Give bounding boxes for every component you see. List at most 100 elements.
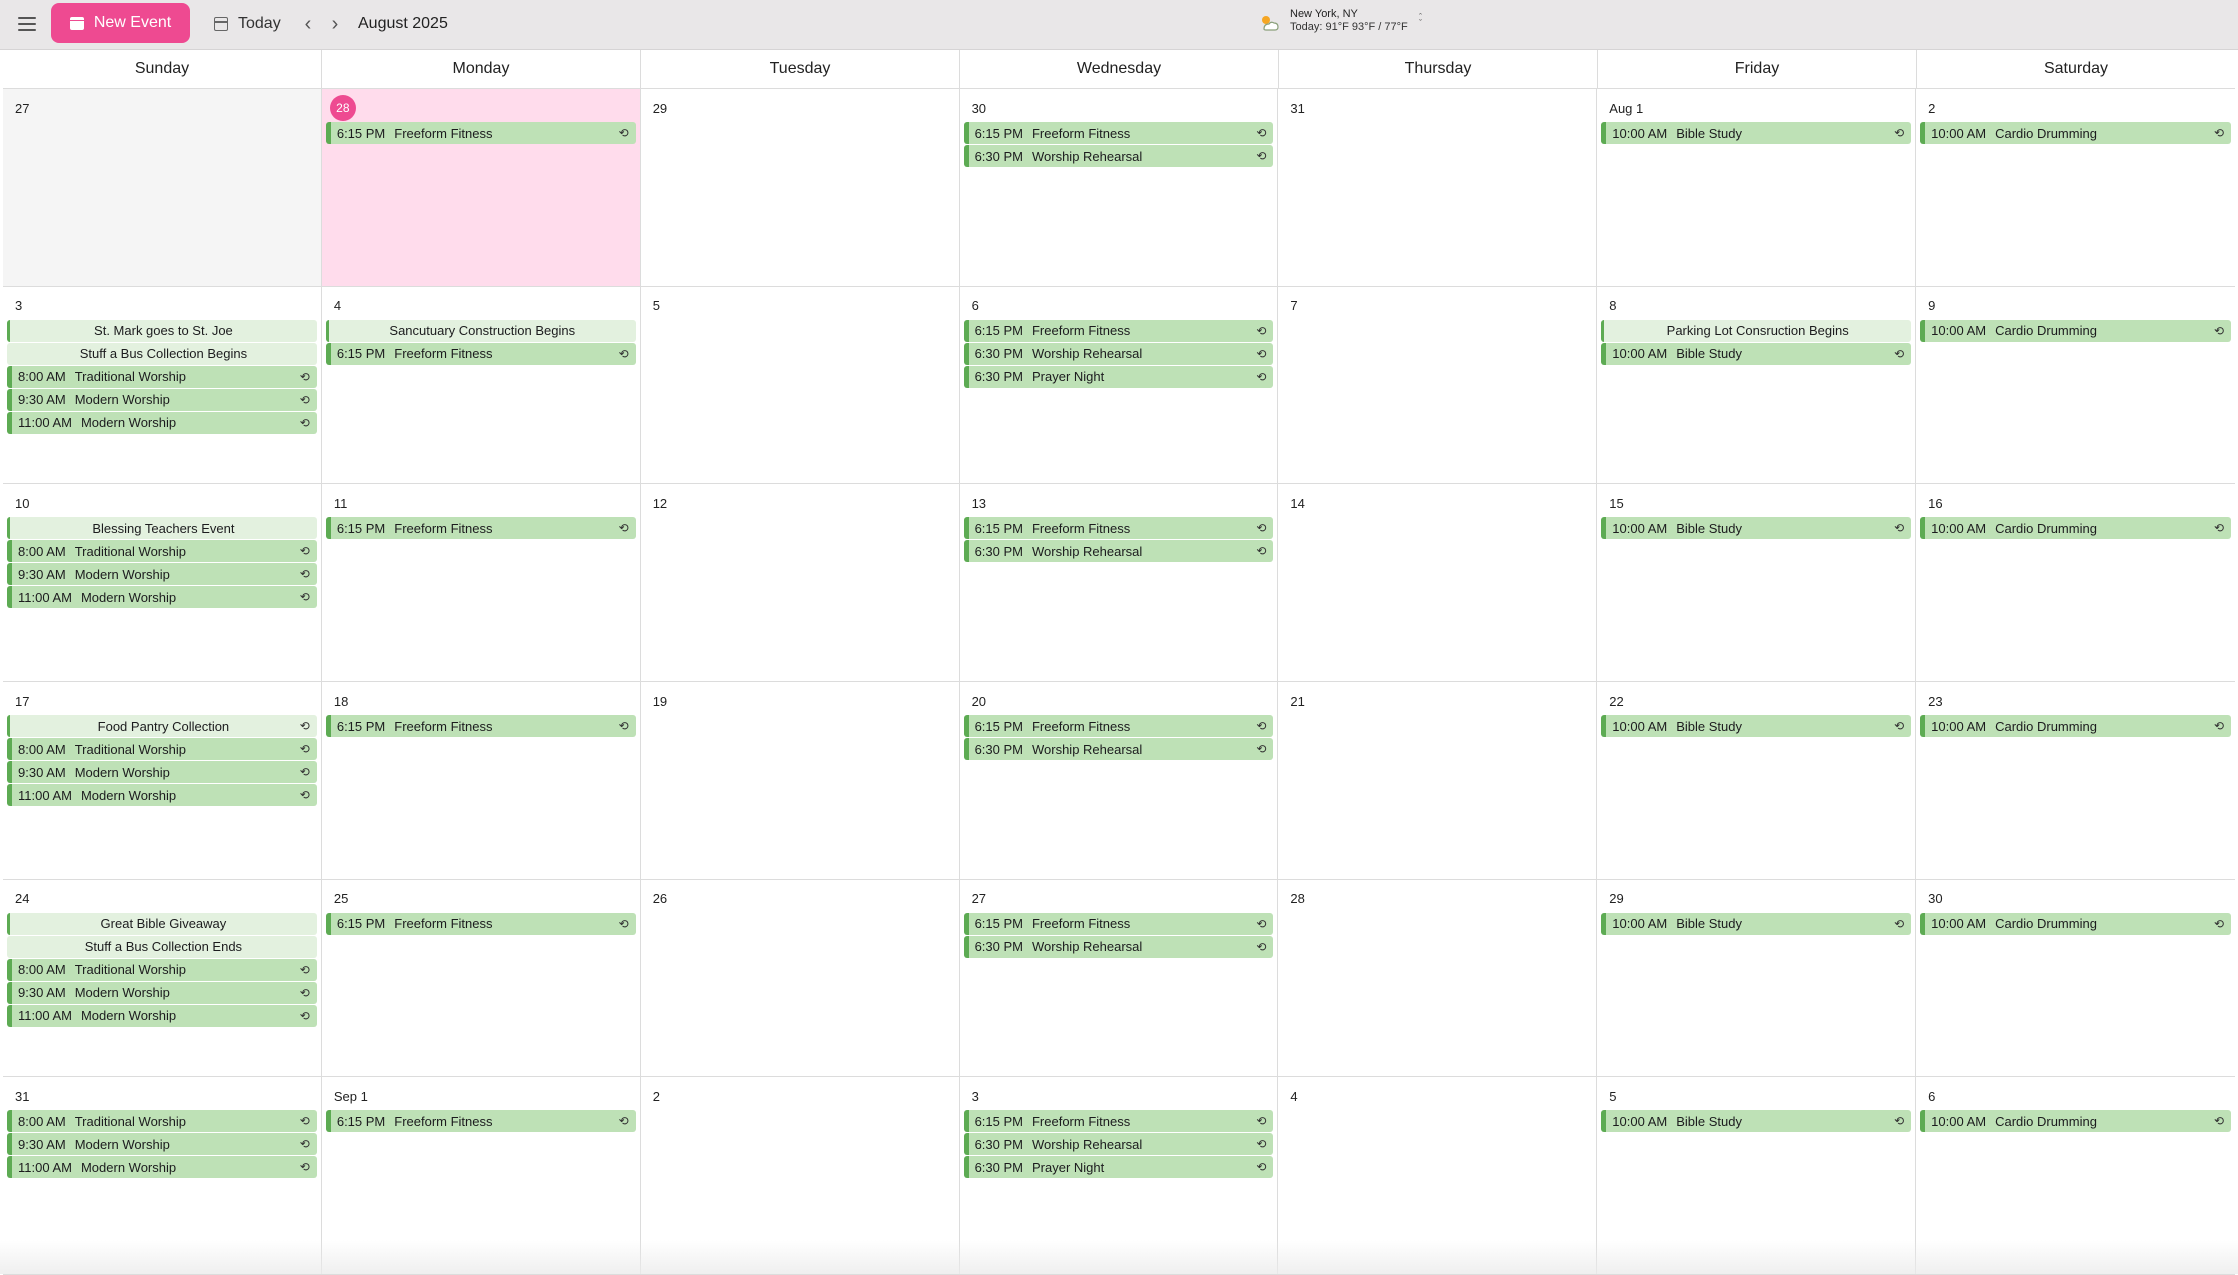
day-cell[interactable]: 29: [640, 89, 960, 287]
day-cell[interactable]: 17 Food Pantry Collection ⟲ 8:00 AM Traditio…: [3, 682, 322, 880]
all-day-event[interactable]: Stuff a Bus Collection Ends: [7, 935, 317, 958]
day-cell[interactable]: 3 St. Mark goes to St. Joe Stuff a Bus Col…: [3, 286, 322, 485]
day-cell[interactable]: 7: [1278, 286, 1598, 485]
day-cell[interactable]: 31: [1278, 89, 1598, 287]
event[interactable]: 9:30 AM Modern Worship ⟲: [7, 388, 317, 411]
event[interactable]: 6:15 PM Freeform Fitness ⟲: [963, 912, 1274, 935]
day-cell[interactable]: 23 10:00 AM Cardio Drumming ⟲: [1916, 682, 2235, 880]
event[interactable]: 6:30 PM Worship Rehearsal ⟲: [963, 342, 1274, 365]
day-cell[interactable]: 12: [640, 484, 960, 682]
all-day-event[interactable]: Sancutuary Construction Begins: [325, 319, 636, 342]
day-cell[interactable]: 18 6:15 PM Freeform Fitness ⟲: [321, 682, 641, 880]
event[interactable]: 6:15 PM Freeform Fitness ⟲: [963, 517, 1274, 540]
day-cell[interactable]: 16 10:00 AM Cardio Drumming ⟲: [1916, 484, 2235, 682]
event[interactable]: 10:00 AM Bible Study ⟲: [1601, 122, 1912, 144]
event[interactable]: 11:00 AM Modern Worship ⟲: [7, 411, 317, 434]
event[interactable]: 6:30 PM Worship Rehearsal ⟲: [963, 1133, 1274, 1156]
day-cell[interactable]: Aug 1 10:00 AM Bible Study ⟲: [1597, 89, 1917, 287]
prev-month-button[interactable]: ‹: [298, 12, 318, 36]
event[interactable]: 6:15 PM Freeform Fitness ⟲: [325, 517, 636, 540]
day-cell[interactable]: 27 6:15 PM Freeform Fitness ⟲ 6:30 PM Worship…: [959, 879, 1279, 1078]
all-day-event[interactable]: Food Pantry Collection ⟲: [7, 715, 317, 737]
event[interactable]: 10:00 AM Cardio Drumming ⟲: [1920, 517, 2231, 540]
event[interactable]: 10:00 AM Cardio Drumming ⟲: [1920, 122, 2231, 144]
event[interactable]: 10:00 AM Cardio Drumming ⟲: [1920, 319, 2231, 342]
day-cell[interactable]: 30 6:15 PM Freeform Fitness ⟲ 6:30 PM Worship…: [959, 89, 1279, 287]
day-cell[interactable]: 4: [1278, 1077, 1598, 1275]
weather-widget[interactable]: New York, NY Today: 91°F 93°F / 77°F: [1290, 8, 1408, 34]
day-cell[interactable]: 30 10:00 AM Cardio Drumming ⟲: [1916, 880, 2235, 1078]
day-cell[interactable]: 8 Parking Lot Consruction Begins 10:00 AM B…: [1597, 286, 1917, 485]
day-cell[interactable]: 31 8:00 AM Traditional Worship ⟲ 9:30 AM Mode…: [3, 1077, 322, 1275]
next-month-button[interactable]: ›: [325, 12, 345, 36]
event[interactable]: 9:30 AM Modern Worship ⟲: [7, 563, 317, 586]
event[interactable]: 9:30 AM Modern Worship ⟲: [7, 761, 317, 783]
event[interactable]: 10:00 AM Bible Study ⟲: [1601, 517, 1912, 540]
event[interactable]: 6:15 PM Freeform Fitness ⟲: [963, 1110, 1274, 1133]
event[interactable]: 10:00 AM Bible Study ⟲: [1601, 715, 1912, 737]
day-cell[interactable]: 24 Great Bible Giveaway Stuff a Bus Collec…: [3, 879, 322, 1078]
all-day-event[interactable]: Stuff a Bus Collection Begins: [7, 342, 317, 365]
chevron-updown-icon[interactable]: ˆˇ: [1419, 13, 1422, 28]
event[interactable]: 6:15 PM Freeform Fitness ⟲: [325, 912, 636, 935]
day-cell[interactable]: 29 10:00 AM Bible Study ⟲: [1597, 879, 1917, 1078]
event[interactable]: 6:30 PM Prayer Night ⟲: [963, 1156, 1274, 1179]
event[interactable]: 10:00 AM Cardio Drumming ⟲: [1920, 912, 2231, 935]
day-cell[interactable]: 2 10:00 AM Cardio Drumming ⟲: [1916, 89, 2235, 287]
day-cell[interactable]: 13 6:15 PM Freeform Fitness ⟲ 6:30 PM Worship…: [959, 484, 1279, 682]
event[interactable]: 6:15 PM Freeform Fitness ⟲: [963, 715, 1274, 737]
event[interactable]: 6:15 PM Freeform Fitness ⟲: [963, 122, 1274, 144]
day-cell[interactable]: 14: [1278, 484, 1598, 682]
event[interactable]: 11:00 AM Modern Worship ⟲: [7, 1004, 317, 1027]
event[interactable]: 6:15 PM Freeform Fitness ⟲: [325, 122, 636, 144]
day-cell[interactable]: 6 6:15 PM Freeform Fitness ⟲ 6:30 PM Worship …: [959, 286, 1279, 485]
event[interactable]: 6:30 PM Prayer Night ⟲: [963, 365, 1274, 388]
event[interactable]: 6:15 PM Freeform Fitness ⟲: [963, 319, 1274, 342]
event[interactable]: 8:00 AM Traditional Worship ⟲: [7, 365, 317, 388]
event[interactable]: 10:00 AM Cardio Drumming ⟲: [1920, 715, 2231, 737]
event[interactable]: 9:30 AM Modern Worship ⟲: [7, 981, 317, 1004]
event[interactable]: 10:00 AM Bible Study ⟲: [1601, 912, 1912, 935]
all-day-event[interactable]: Great Bible Giveaway: [7, 912, 317, 935]
event[interactable]: 6:30 PM Worship Rehearsal ⟲: [963, 540, 1274, 563]
day-cell[interactable]: 21: [1278, 682, 1598, 880]
day-cell[interactable]: 27: [3, 89, 322, 287]
day-cell[interactable]: 28: [1278, 879, 1598, 1078]
all-day-event[interactable]: Parking Lot Consruction Begins: [1601, 319, 1912, 342]
day-cell[interactable]: 22 10:00 AM Bible Study ⟲: [1597, 682, 1917, 880]
event[interactable]: 10:00 AM Cardio Drumming ⟲: [1920, 1110, 2231, 1133]
event[interactable]: 8:00 AM Traditional Worship ⟲: [7, 738, 317, 760]
day-cell[interactable]: 6 10:00 AM Cardio Drumming ⟲: [1916, 1077, 2235, 1275]
event[interactable]: 6:30 PM Worship Rehearsal ⟲: [963, 145, 1274, 167]
event[interactable]: 11:00 AM Modern Worship ⟲: [7, 1156, 317, 1179]
event[interactable]: 6:15 PM Freeform Fitness ⟲: [325, 342, 636, 365]
day-cell[interactable]: 25 6:15 PM Freeform Fitness ⟲: [321, 879, 641, 1078]
today-button[interactable]: Today: [214, 12, 281, 36]
day-cell[interactable]: 20 6:15 PM Freeform Fitness ⟲ 6:30 PM Worship…: [959, 682, 1279, 880]
all-day-event[interactable]: Blessing Teachers Event: [7, 517, 317, 540]
event[interactable]: 6:30 PM Worship Rehearsal ⟲: [963, 935, 1274, 958]
event[interactable]: 6:15 PM Freeform Fitness ⟲: [325, 715, 636, 737]
event[interactable]: 11:00 AM Modern Worship ⟲: [7, 784, 317, 806]
event[interactable]: 6:15 PM Freeform Fitness ⟲: [325, 1110, 636, 1133]
day-cell[interactable]: Sep 1 6:15 PM Freeform Fitness ⟲: [321, 1077, 641, 1275]
event[interactable]: 8:00 AM Traditional Worship ⟲: [7, 540, 317, 563]
day-cell[interactable]: 11 6:15 PM Freeform Fitness ⟲: [321, 484, 641, 682]
menu-icon[interactable]: [14, 12, 40, 36]
day-cell[interactable]: 26: [640, 879, 960, 1078]
event[interactable]: 8:00 AM Traditional Worship ⟲: [7, 958, 317, 981]
day-cell-today[interactable]: 28 6:15 PM Freeform Fitness ⟲: [321, 89, 641, 287]
day-cell[interactable]: 5: [640, 286, 960, 485]
day-cell[interactable]: 15 10:00 AM Bible Study ⟲: [1597, 484, 1917, 682]
day-cell[interactable]: 3 6:15 PM Freeform Fitness ⟲ 6:30 PM Worship …: [959, 1077, 1279, 1275]
event[interactable]: 6:30 PM Worship Rehearsal ⟲: [963, 738, 1274, 760]
event[interactable]: 11:00 AM Modern Worship ⟲: [7, 586, 317, 609]
day-cell[interactable]: 2: [640, 1077, 960, 1275]
day-cell[interactable]: 9 10:00 AM Cardio Drumming ⟲: [1916, 287, 2235, 485]
all-day-event[interactable]: St. Mark goes to St. Joe: [7, 319, 317, 342]
event[interactable]: 10:00 AM Bible Study ⟲: [1601, 1110, 1912, 1133]
day-cell[interactable]: 10 Blessing Teachers Event 8:00 AM Traditio…: [3, 484, 322, 682]
event[interactable]: 9:30 AM Modern Worship ⟲: [7, 1133, 317, 1156]
new-event-button[interactable]: New Event: [51, 3, 190, 43]
day-cell[interactable]: 5 10:00 AM Bible Study ⟲: [1597, 1077, 1917, 1275]
